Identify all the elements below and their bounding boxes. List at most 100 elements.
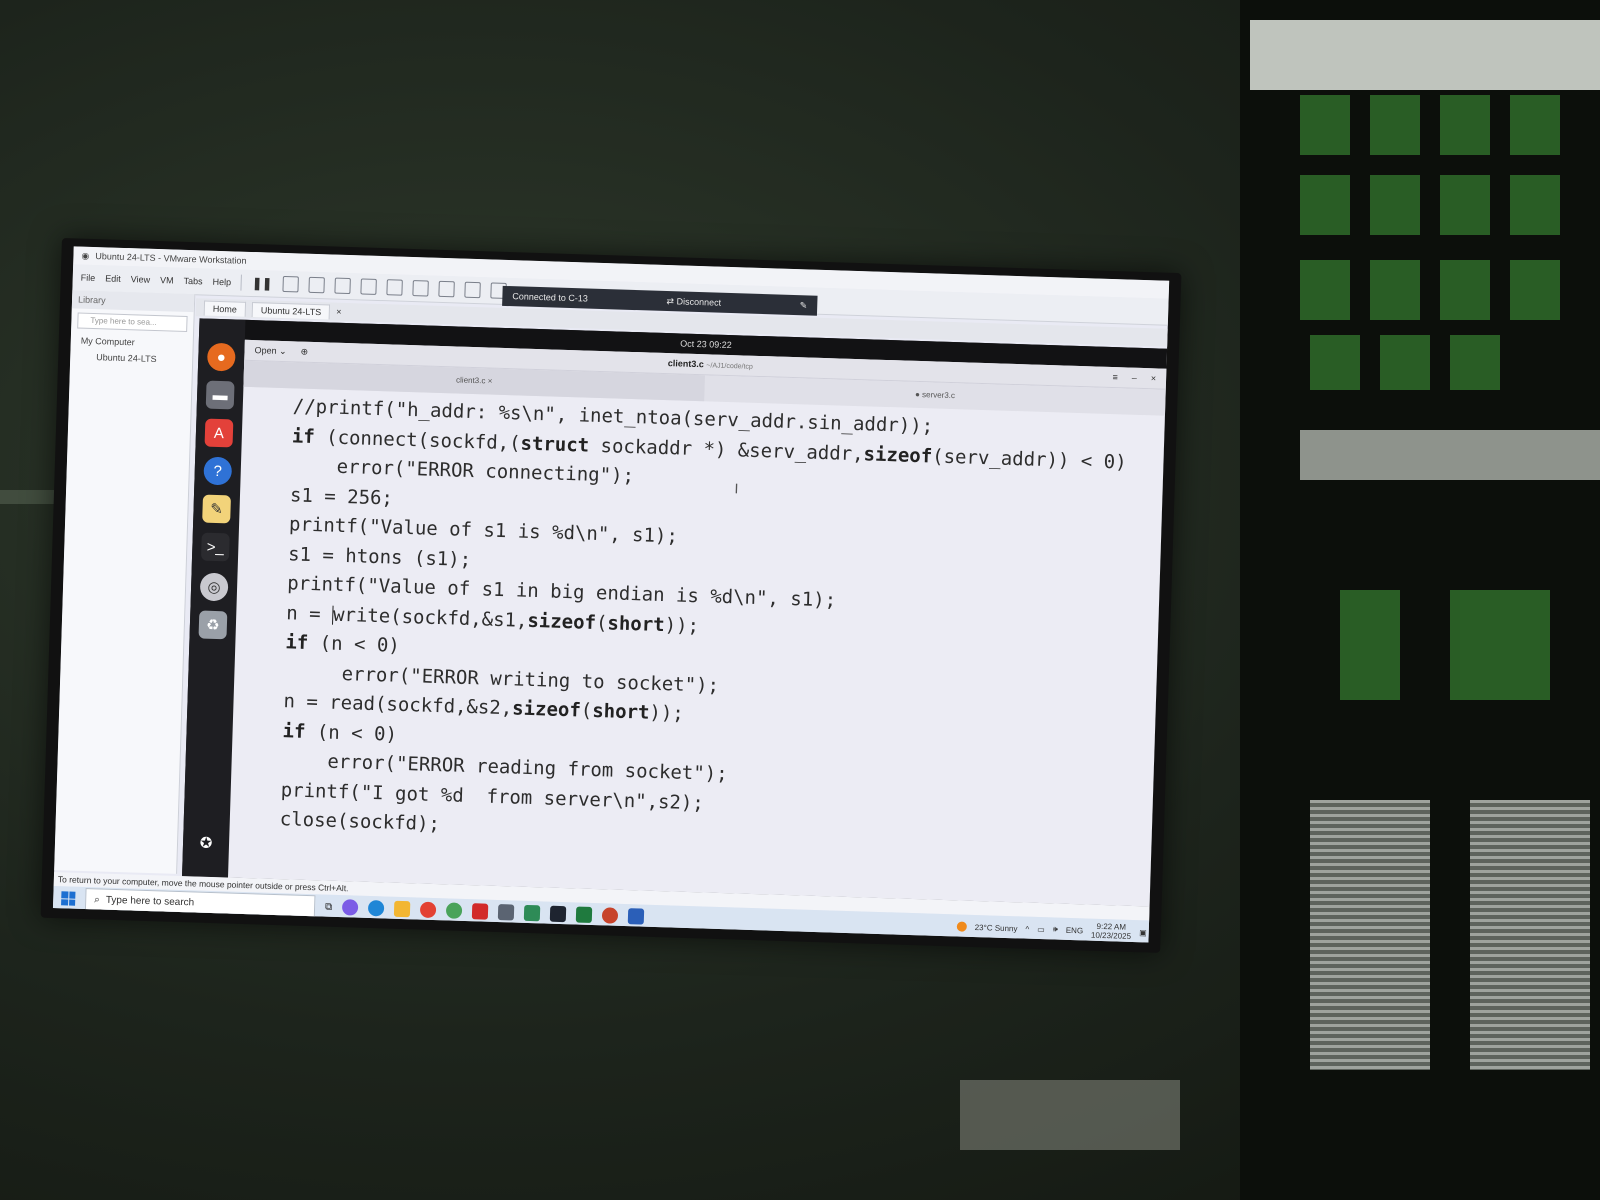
sidebar-toggle-icon[interactable] [385, 279, 403, 296]
screen: ◉ Ubuntu 24-LTS - VMware Workstation Fil… [52, 246, 1170, 943]
chrome-icon[interactable] [419, 901, 437, 919]
menu-tabs[interactable]: Tabs [183, 276, 202, 287]
disc-icon[interactable]: ◎ [199, 572, 229, 602]
windows-start-icon[interactable] [61, 891, 76, 906]
snapshot-icon[interactable] [307, 276, 325, 294]
guest-display: ● ▬ A ? ✎ >_ ◎ ♻ ✪ Oct 23 09:22 Open ⌄ ⊕… [182, 318, 1168, 907]
app-center-icon[interactable]: A [204, 418, 234, 448]
text-editor: Open ⌄ ⊕ client3.c ~/AJ1/code/tcp ≡ – × … [227, 339, 1167, 907]
powerpoint-icon[interactable] [601, 907, 619, 924]
chevron-up-icon[interactable]: ^ [1025, 924, 1029, 933]
acrobat-icon[interactable] [471, 903, 489, 920]
chrome-profile-icon[interactable] [445, 902, 463, 919]
background-pane [1450, 590, 1550, 700]
excel-icon[interactable] [575, 906, 593, 923]
taskbar-clock[interactable]: 9:22 AM 10/23/2025 [1091, 922, 1132, 941]
background-window-frame [1250, 20, 1600, 90]
connection-status: Connected to C-13 [512, 291, 589, 304]
terminal-icon[interactable]: >_ [200, 532, 230, 562]
background-pane [1300, 175, 1350, 235]
terminal-taskbar-icon[interactable] [549, 905, 567, 923]
code-area[interactable]: //printf("h_addr: %s\n", inet_ntoa(serv_… [229, 387, 1165, 862]
files-icon[interactable]: ▬ [205, 380, 235, 410]
thumbnail-icon[interactable] [411, 280, 429, 297]
copilot-icon[interactable] [342, 899, 359, 916]
background-pane [1510, 95, 1560, 155]
remote-desktop-icon[interactable] [523, 904, 541, 922]
background-pane [1300, 95, 1350, 155]
fullscreen-icon[interactable] [437, 280, 455, 298]
minimize-icon[interactable]: – [1132, 373, 1137, 383]
editor-file-path: ~/AJ1/code/tcp [706, 362, 753, 371]
clock-date: 10/23/2025 [1090, 930, 1132, 941]
menu-file[interactable]: File [81, 273, 96, 283]
background-pane [1510, 260, 1560, 320]
taskbar-search-input[interactable]: ⌕ Type here to search [84, 888, 316, 918]
disconnect-button[interactable]: ⇄ Disconnect [666, 296, 721, 309]
manage-snapshots-icon[interactable] [359, 278, 377, 295]
revert-icon[interactable] [333, 277, 351, 295]
background-pane [1310, 335, 1360, 390]
menu-help[interactable]: Help [212, 277, 231, 288]
firefox-icon[interactable]: ● [206, 342, 236, 372]
background-pane [1440, 260, 1490, 320]
background-blinds [1470, 800, 1590, 1070]
background-pane [1370, 260, 1420, 320]
network-icon[interactable]: ▭ [1037, 924, 1045, 933]
toolbar-separator [240, 274, 243, 291]
pin-icon[interactable]: ✎ [800, 300, 808, 311]
trash-icon[interactable]: ♻ [198, 610, 228, 640]
weather-sun-icon [956, 921, 967, 932]
tab-ubuntu[interactable]: Ubuntu 24-LTS [251, 301, 331, 319]
background-pane [1440, 95, 1490, 155]
editor-file-title: client3.c [667, 358, 705, 370]
system-tray: 23°C Sunny ^ ▭ 🕪 ENG 9:22 AM 10/23/2025 … [956, 917, 1157, 941]
background-shelf [1300, 430, 1600, 480]
window-title: Ubuntu 24-LTS - VMware Workstation [95, 251, 247, 266]
notification-icon[interactable]: ▣ [1139, 928, 1147, 937]
taskbar-search-placeholder: Type here to search [105, 894, 195, 908]
ubuntu-logo-icon[interactable]: ✪ [192, 828, 221, 857]
text-editor-icon[interactable]: ✎ [202, 494, 231, 524]
pause-icon[interactable]: ❚❚ [252, 276, 273, 291]
background-pane [1300, 260, 1350, 320]
new-tab-icon[interactable]: ⊕ [300, 346, 308, 357]
library-search-input[interactable]: Type here to sea... [77, 312, 188, 332]
search-icon: ⌕ [94, 893, 101, 906]
background-pane [1340, 590, 1400, 700]
help-icon[interactable]: ? [203, 456, 233, 486]
background-pane [1370, 175, 1420, 235]
menu-view[interactable]: View [131, 274, 151, 285]
open-button[interactable]: Open ⌄ [254, 345, 286, 357]
console-icon[interactable] [463, 281, 481, 299]
language-indicator[interactable]: ENG [1066, 925, 1084, 935]
volume-icon[interactable]: 🕪 [1053, 924, 1058, 934]
background-pane [1380, 335, 1430, 390]
weather-text[interactable]: 23°C Sunny [975, 923, 1018, 933]
library-title: Library [71, 290, 195, 313]
close-window-icon[interactable]: × [1151, 373, 1157, 383]
menu-edit[interactable]: Edit [105, 273, 121, 283]
mouse-ibeam-icon: I [734, 480, 739, 497]
text-cursor [331, 605, 334, 625]
menu-vm[interactable]: VM [160, 275, 174, 285]
tab-home[interactable]: Home [203, 299, 247, 317]
file-explorer-icon[interactable] [393, 900, 411, 918]
vmware-logo-icon: ◉ [81, 250, 90, 261]
task-view-icon[interactable]: ⧉ [325, 901, 332, 912]
edge-icon[interactable] [367, 899, 385, 917]
menu-icon[interactable]: ≡ [1112, 372, 1118, 382]
word-icon[interactable] [627, 908, 645, 925]
background-blinds [1310, 800, 1430, 1070]
send-keys-icon[interactable] [281, 275, 299, 293]
background-pane [1510, 175, 1560, 235]
background-pane [1440, 175, 1490, 235]
tree-item-ubuntu[interactable]: Ubuntu 24-LTS [70, 348, 192, 368]
background-switchboard [960, 1080, 1180, 1150]
gnome-clock[interactable]: Oct 23 09:22 [680, 338, 732, 350]
background-pane [1370, 95, 1420, 155]
library-panel: Library Type here to sea... My Computer … [54, 290, 196, 874]
vmware-taskbar-icon[interactable] [497, 904, 515, 921]
close-tab-icon[interactable]: × [336, 307, 342, 317]
monitor: ◉ Ubuntu 24-LTS - VMware Workstation Fil… [40, 238, 1182, 953]
